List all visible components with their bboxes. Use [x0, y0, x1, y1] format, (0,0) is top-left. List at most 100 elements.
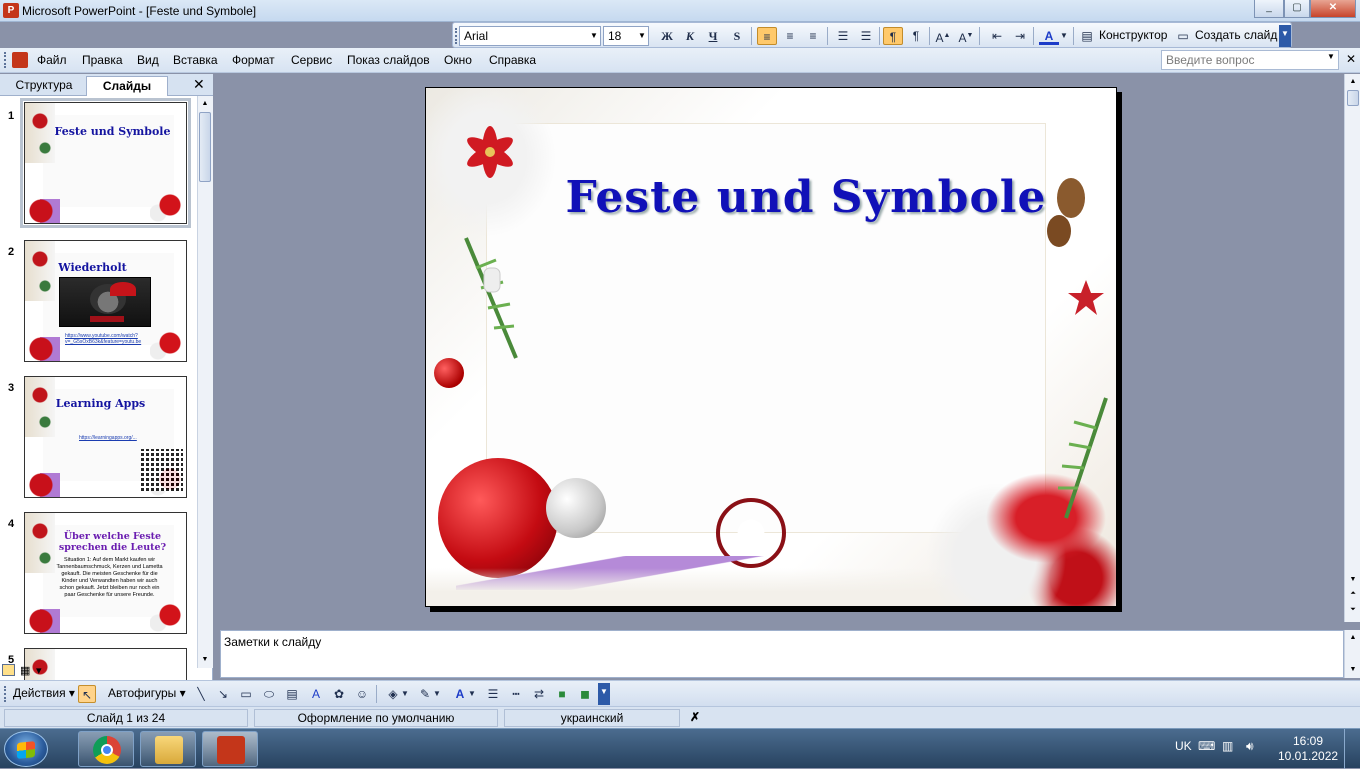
help-question-input[interactable]: Введите вопрос [1161, 50, 1339, 70]
notes-pane[interactable]: Заметки к слайду [220, 630, 1344, 678]
dash-style-icon[interactable]: ┅ [507, 685, 525, 703]
align-center-button[interactable]: ≡ [780, 27, 800, 45]
close-pane-icon[interactable]: ✕ [193, 76, 205, 93]
chevron-down-icon[interactable]: ▼ [400, 685, 410, 703]
menu-view[interactable]: Вид [137, 53, 159, 67]
toolbar-options-button[interactable]: ▼ [598, 683, 610, 705]
menu-tools[interactable]: Сервис [291, 53, 332, 67]
designer-button[interactable]: Конструктор [1099, 28, 1167, 42]
select-pointer-icon[interactable]: ↖ [78, 685, 96, 703]
arrow-style-icon[interactable]: ⇄ [530, 685, 548, 703]
keyboard-language[interactable]: UK [1175, 739, 1192, 753]
textbox-tool-icon[interactable]: ▤ [283, 685, 301, 703]
scroll-up-icon[interactable]: ▲ [1346, 76, 1360, 88]
thumbnails-scrollbar[interactable]: ▲ ▼ [197, 96, 213, 668]
slide-thumbnail-3[interactable]: Learning Apps https://learningapps.org/.… [24, 376, 187, 498]
font-name-select[interactable]: Arial ▼ [459, 26, 601, 46]
autoshapes-menu-button[interactable]: Автофигуры ▾ [108, 686, 186, 700]
menu-grip[interactable] [4, 52, 7, 68]
show-desktop-button[interactable] [1344, 729, 1360, 769]
scroll-down-icon[interactable]: ▼ [1346, 664, 1360, 676]
menu-file[interactable]: Файл [37, 53, 67, 67]
scroll-down-icon[interactable]: ▼ [198, 654, 212, 666]
bullets-button[interactable]: ☰ [856, 27, 876, 45]
normal-view-icon[interactable] [2, 664, 15, 676]
decrease-font-button[interactable]: A▼ [956, 27, 976, 45]
actions-menu-button[interactable]: Действия ▾ [13, 686, 75, 700]
tab-slides[interactable]: Слайды [86, 76, 168, 96]
decrease-indent-button[interactable]: ⇤ [987, 27, 1007, 45]
arrow-tool-icon[interactable]: ↘ [214, 685, 232, 703]
ltr-direction-button[interactable]: ¶ [883, 27, 903, 45]
toolbar-grip[interactable] [4, 686, 7, 702]
learningapps-link[interactable]: https://learningapps.org/... [79, 435, 137, 441]
slideshow-icon[interactable]: ▾ [36, 664, 42, 677]
scroll-up-icon[interactable]: ▲ [198, 98, 212, 110]
menu-slideshow[interactable]: Показ слайдов [347, 53, 430, 67]
line-tool-icon[interactable]: ╲ [192, 685, 210, 703]
taskbar-chrome[interactable] [78, 731, 134, 767]
video-link[interactable]: https://www.youtube.com/watch?v=_G5sOxB6… [65, 333, 155, 345]
minimize-button[interactable]: _ [1254, 0, 1284, 18]
slide-thumbnail-4[interactable]: Über welche Feste sprechen die Leute? Si… [24, 512, 187, 634]
menu-format[interactable]: Формат [232, 53, 275, 67]
shadow-button[interactable]: S [727, 27, 747, 45]
toolbar-options-button[interactable]: ▼ [1279, 25, 1291, 47]
scroll-up-icon[interactable]: ▲ [1346, 632, 1360, 644]
scroll-thumb[interactable] [1347, 90, 1359, 106]
font-size-select[interactable]: 18 ▼ [603, 26, 649, 46]
chevron-down-icon[interactable]: ▼ [1059, 27, 1069, 45]
bold-button[interactable]: Ж [657, 27, 677, 45]
slide-sorter-icon[interactable]: ▦ [20, 664, 30, 677]
slide-title[interactable]: Feste und Symbole [556, 172, 1056, 223]
powerpoint-document-icon[interactable] [12, 52, 28, 68]
spelling-check-icon[interactable]: ✗ [690, 710, 700, 724]
underline-button[interactable]: Ч [703, 27, 723, 45]
toolbar-grip[interactable] [455, 28, 458, 44]
clipart-icon[interactable]: ☺ [353, 685, 371, 703]
keyboard-icon[interactable]: ⌨ [1198, 739, 1215, 753]
3d-style-icon[interactable]: ◼ [576, 685, 594, 703]
close-button[interactable]: ✕ [1310, 0, 1356, 18]
shadow-style-icon[interactable]: ■ [553, 685, 571, 703]
increase-indent-button[interactable]: ⇥ [1010, 27, 1030, 45]
rectangle-tool-icon[interactable]: ▭ [237, 685, 255, 703]
notes-placeholder[interactable]: Заметки к слайду [224, 635, 321, 649]
wordart-icon[interactable]: A [307, 685, 325, 703]
oval-tool-icon[interactable]: ⬭ [260, 685, 278, 703]
next-slide-icon[interactable]: ⏷ [1346, 604, 1360, 616]
start-button[interactable] [4, 731, 48, 767]
tab-outline[interactable]: Структура [4, 76, 84, 96]
align-left-button[interactable]: ≡ [757, 27, 777, 45]
menu-help[interactable]: Справка [489, 53, 536, 67]
new-slide-button[interactable]: Создать слайд [1195, 28, 1277, 42]
scroll-thumb[interactable] [199, 112, 211, 182]
previous-slide-icon[interactable]: ⏶ [1346, 588, 1360, 600]
volume-icon[interactable]: 🔊︎ [1246, 739, 1254, 754]
current-slide[interactable]: Feste und Symbole [425, 87, 1117, 607]
line-style-icon[interactable]: ☰ [484, 685, 502, 703]
maximize-button[interactable]: ▢ [1284, 0, 1310, 18]
taskbar-powerpoint[interactable] [202, 731, 258, 767]
slide-thumbnail-2[interactable]: Wiederholt https://www.youtube.com/watch… [24, 240, 187, 362]
numbering-button[interactable]: ☰ [833, 27, 853, 45]
align-right-button[interactable]: ≡ [803, 27, 823, 45]
menu-window[interactable]: Окно [444, 53, 472, 67]
network-icon[interactable]: ▥ [1222, 739, 1233, 753]
italic-button[interactable]: К [680, 27, 700, 45]
diagram-icon[interactable]: ✿ [330, 685, 348, 703]
slide-thumbnail-1[interactable]: Feste und Symbole [20, 98, 191, 228]
chevron-down-icon[interactable]: ▼ [432, 685, 442, 703]
font-color-button[interactable]: A [1039, 27, 1059, 45]
scroll-down-icon[interactable]: ▼ [1346, 574, 1360, 586]
notes-scrollbar[interactable]: ▲ ▼ [1344, 630, 1360, 678]
chevron-down-icon[interactable]: ▼ [1327, 52, 1335, 61]
rtl-direction-button[interactable]: ¶ [906, 27, 926, 45]
taskbar-explorer[interactable] [140, 731, 196, 767]
slide-scrollbar[interactable]: ▲ ▼ ⏶ ⏷ [1344, 74, 1360, 622]
menu-insert[interactable]: Вставка [173, 53, 218, 67]
menu-edit[interactable]: Правка [82, 53, 123, 67]
chevron-down-icon[interactable]: ▼ [467, 685, 477, 703]
increase-font-button[interactable]: A▲ [933, 27, 953, 45]
taskbar-clock[interactable]: 16:09 10.01.2022 [1278, 734, 1338, 764]
